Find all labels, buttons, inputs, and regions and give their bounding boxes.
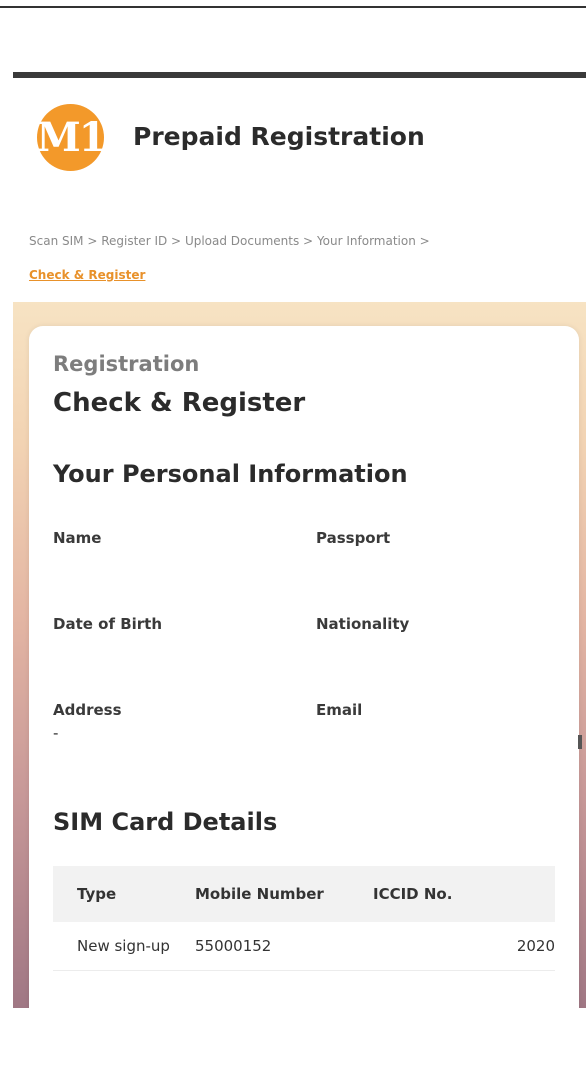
breadcrumb-item-current[interactable]: Check & Register — [29, 268, 145, 282]
date-of-birth-label: Date of Birth — [53, 615, 163, 633]
address-value: - — [53, 724, 59, 742]
cell-mobile-number: 55000152 — [195, 937, 272, 955]
sim-card-details-heading: SIM Card Details — [53, 808, 278, 836]
table-row: New sign-up 55000152 2020 — [53, 922, 555, 971]
address-label: Address — [53, 701, 122, 719]
column-header-type: Type — [77, 885, 117, 903]
email-label: Email — [316, 701, 363, 719]
breadcrumb-separator: > — [87, 234, 98, 248]
name-label: Name — [53, 529, 102, 547]
page-title: Prepaid Registration — [133, 122, 425, 151]
breadcrumb-item-upload-documents[interactable]: Upload Documents — [185, 234, 299, 248]
table-header: Type Mobile Number ICCID No. — [53, 866, 555, 922]
cell-iccid: 2020 — [516, 937, 555, 955]
card-title: Check & Register — [53, 388, 306, 418]
nationality-label: Nationality — [316, 615, 410, 633]
personal-info-heading: Your Personal Information — [53, 460, 408, 488]
breadcrumb-item-scan-sim[interactable]: Scan SIM — [29, 234, 84, 248]
cell-type: New sign-up — [77, 937, 170, 955]
passport-label: Passport — [316, 529, 391, 547]
breadcrumb-item-register-id[interactable]: Register ID — [101, 234, 167, 248]
column-header-iccid: ICCID No. — [373, 885, 453, 903]
app-frame: M1 Prepaid Registration Scan SIM > Regis… — [13, 72, 586, 1008]
card-subtitle: Registration — [53, 352, 200, 376]
top-divider — [0, 6, 586, 8]
frame-top-bar — [13, 72, 586, 78]
column-header-mobile-number: Mobile Number — [195, 885, 324, 903]
breadcrumb-separator: > — [419, 234, 430, 248]
breadcrumb-separator: > — [171, 234, 182, 248]
m1-logo: M1 — [36, 104, 107, 171]
breadcrumb: Scan SIM > Register ID > Upload Document… — [29, 224, 549, 292]
breadcrumb-item-your-information[interactable]: Your Information — [317, 234, 416, 248]
scrollbar-indicator[interactable] — [578, 735, 582, 749]
breadcrumb-separator: > — [303, 234, 314, 248]
sim-details-table: Type Mobile Number ICCID No. New sign-up… — [53, 866, 555, 971]
registration-card: Registration Check & Register Your Perso… — [29, 326, 579, 1008]
